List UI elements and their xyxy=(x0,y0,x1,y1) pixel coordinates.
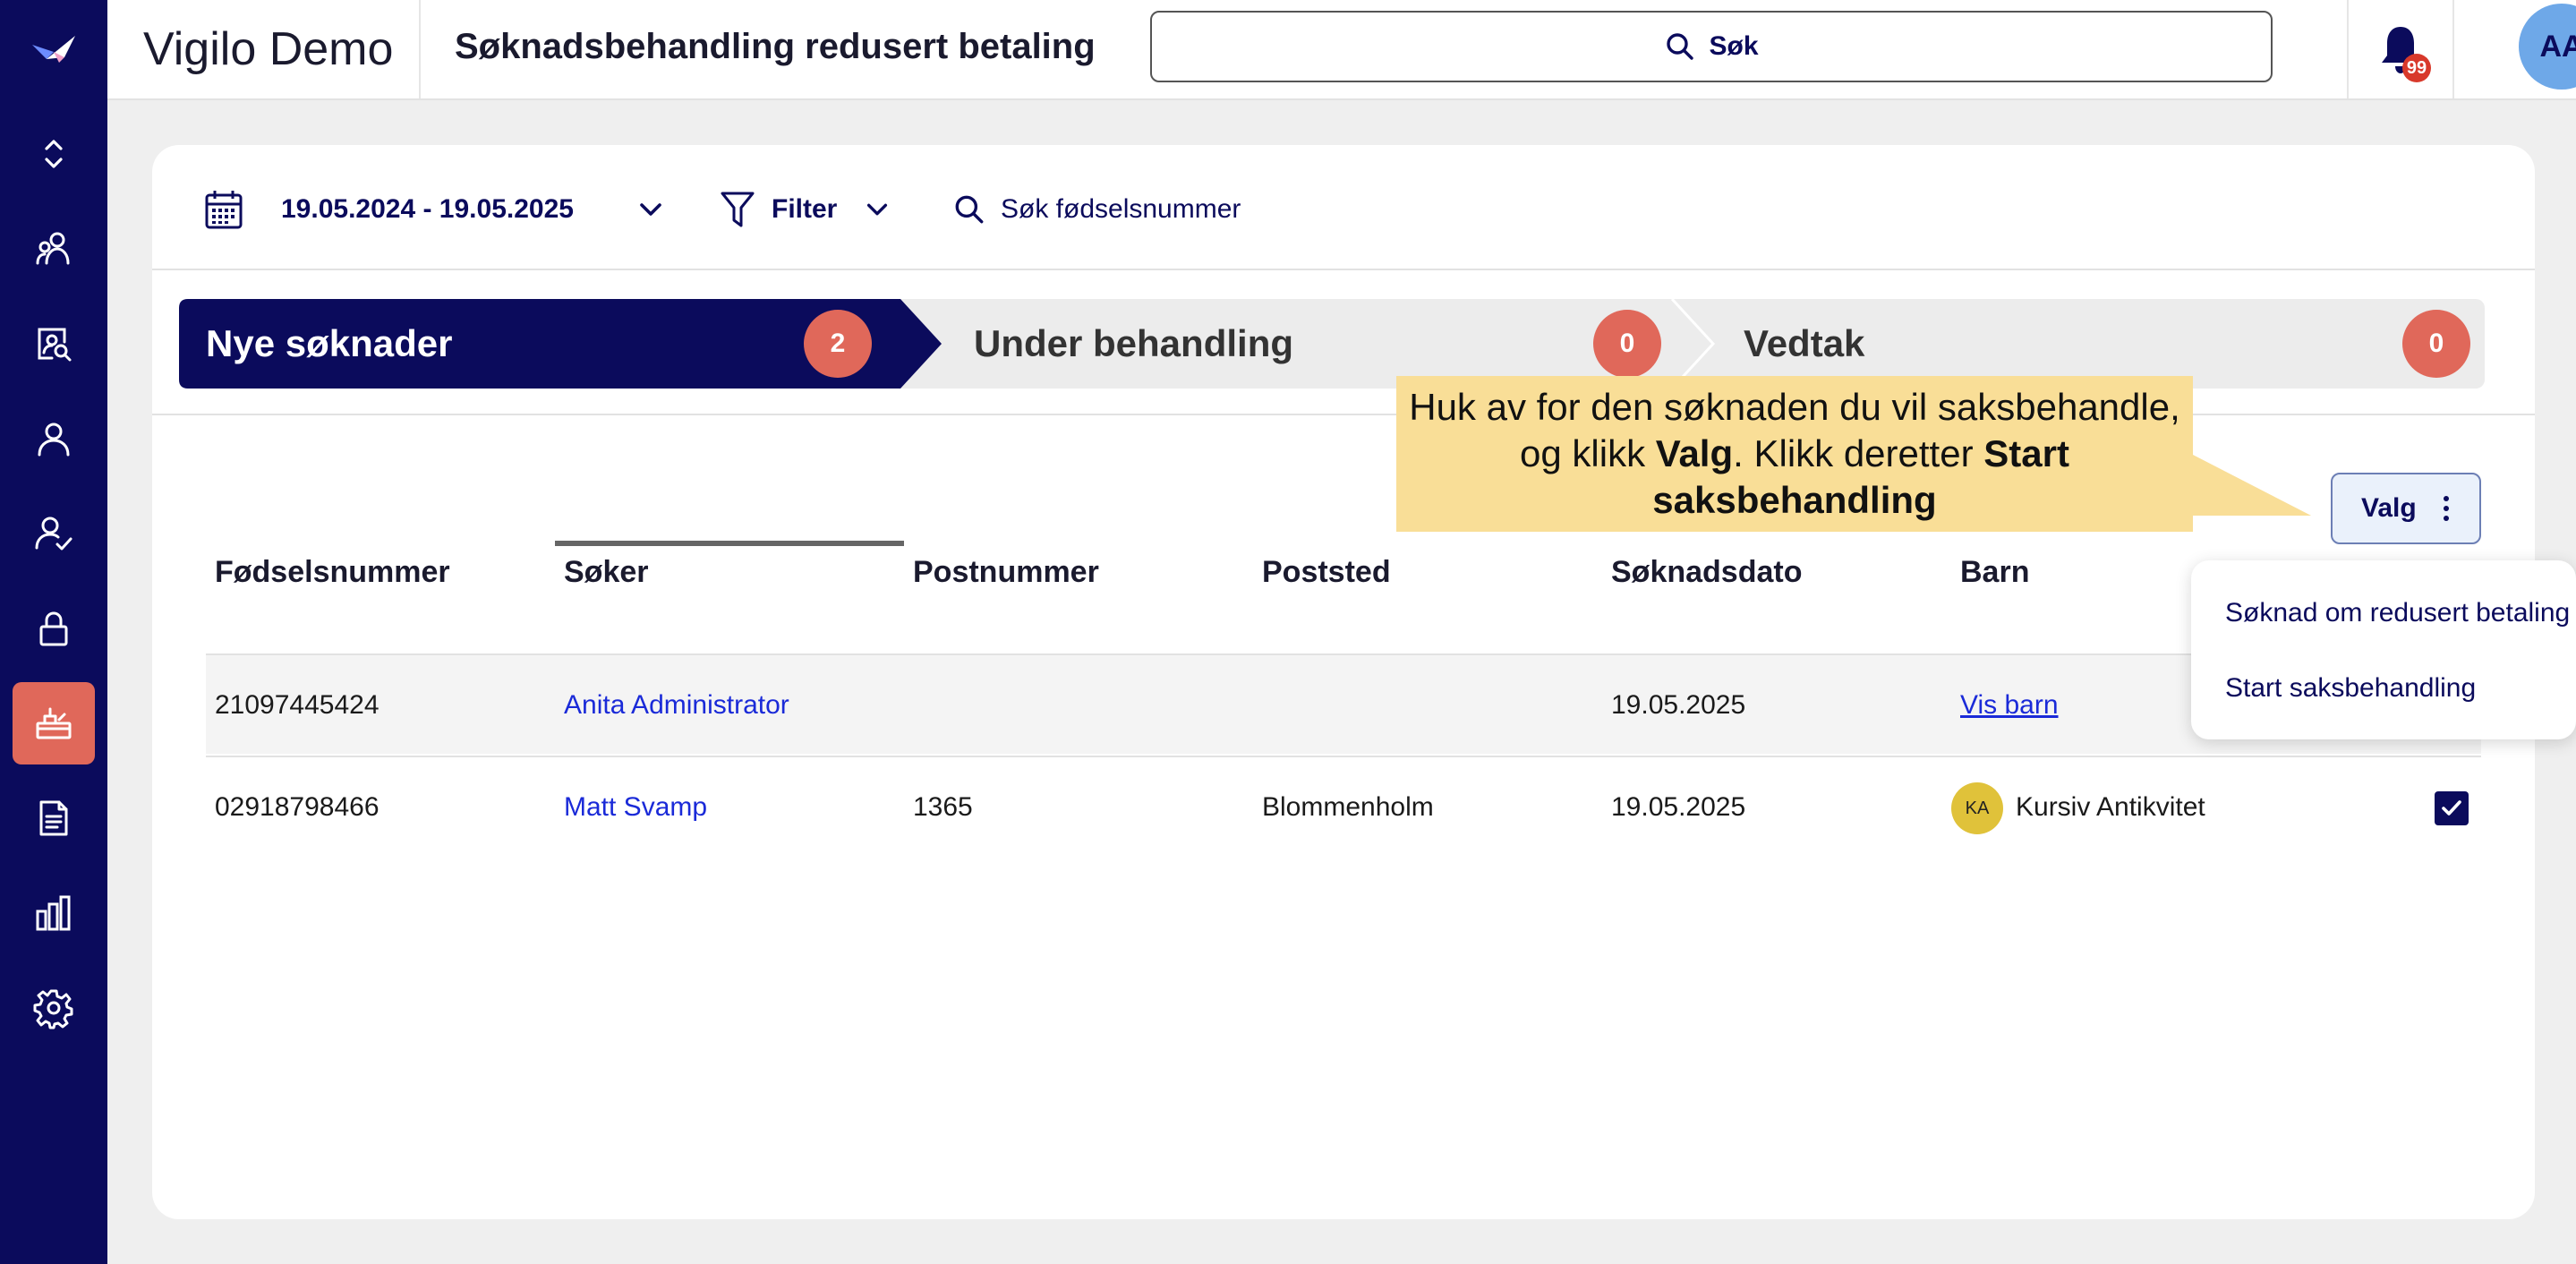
column-header-postcode[interactable]: Postnummer xyxy=(913,555,1099,590)
user-avatar[interactable]: AA xyxy=(2519,4,2576,90)
child-avatar: KA xyxy=(1951,782,2003,834)
lock-icon[interactable] xyxy=(13,587,95,670)
instruction-callout: Huk av for den søknaden du vil saksbehan… xyxy=(1396,376,2193,532)
column-header-child[interactable]: Barn xyxy=(1960,555,2029,590)
valg-button[interactable]: Valg xyxy=(2331,473,2481,544)
divider xyxy=(2347,0,2349,98)
app-title: Vigilo Demo xyxy=(143,23,394,75)
column-header-city[interactable]: Poststed xyxy=(1262,555,1391,590)
document-icon[interactable] xyxy=(13,777,95,859)
search-person-icon[interactable] xyxy=(13,303,95,385)
postcode-cell: 1365 xyxy=(913,792,973,822)
filter-dropdown[interactable]: Filter xyxy=(720,184,891,235)
valg-label: Valg xyxy=(2361,493,2417,523)
users-icon[interactable] xyxy=(13,208,95,290)
notification-count-badge: 99 xyxy=(2402,54,2431,82)
applicant-link[interactable]: Matt Svamp xyxy=(564,757,707,858)
ssn-search-label: Søk fødselsnummer xyxy=(1001,194,1241,224)
step-under-behandling[interactable]: Under behandling 0 xyxy=(942,299,1672,389)
step-label: Nye søknader xyxy=(206,322,453,364)
callout-text-part: . Klikk deretter xyxy=(1733,432,1984,474)
menu-item-start-saksbehandling[interactable]: Start saksbehandling xyxy=(2225,673,2476,704)
callout-bold-text: Valg xyxy=(1655,432,1734,474)
applicant-link[interactable]: Anita Administrator xyxy=(564,655,789,756)
ssn-cell: 21097445424 xyxy=(215,690,380,720)
date-range-value: 19.05.2024 - 19.05.2025 xyxy=(281,194,574,224)
ssn-search-button[interactable]: Søk fødselsnummer xyxy=(952,184,1241,235)
chevron-down-icon[interactable] xyxy=(636,195,665,224)
divider xyxy=(419,0,421,98)
calendar-icon xyxy=(205,191,243,229)
filter-icon xyxy=(721,192,755,227)
topbar: Vigilo Demo Søknadsbehandling redusert b… xyxy=(107,0,2576,100)
column-header-applicant[interactable]: Søker xyxy=(564,555,649,590)
column-header-date[interactable]: Søknadsdato xyxy=(1611,555,1802,590)
checkmark-icon xyxy=(2442,800,2461,816)
step-count-badge: 2 xyxy=(804,310,872,378)
step-label: Under behandling xyxy=(974,322,1293,364)
global-search-button[interactable]: Søk xyxy=(1150,11,2273,82)
person-icon[interactable] xyxy=(13,397,95,480)
date-cell: 19.05.2025 xyxy=(1611,690,1746,720)
table-row[interactable]: 21097445424 Anita Administrator 19.05.20… xyxy=(206,653,2481,754)
main-card: 19.05.2024 - 19.05.2025 Filter Søk fødse… xyxy=(152,145,2535,1219)
sidebar xyxy=(0,0,107,1264)
bar-chart-icon[interactable] xyxy=(13,872,95,954)
vigilo-logo-icon[interactable] xyxy=(29,30,79,66)
filter-label: Filter xyxy=(772,194,838,224)
expand-collapse-icon[interactable] xyxy=(13,113,95,195)
child-name: Kursiv Antikvitet xyxy=(2016,792,2205,822)
ssn-cell: 02918798466 xyxy=(215,792,380,822)
payment-box-icon[interactable] xyxy=(13,682,95,764)
status-stepper: Nye søknader 2 Under behandling 0 Vedtak… xyxy=(179,299,2485,389)
search-icon xyxy=(955,195,984,224)
date-cell: 19.05.2025 xyxy=(1611,792,1746,822)
show-children-link[interactable]: Vis barn xyxy=(1960,655,2059,756)
city-cell: Blommenholm xyxy=(1262,792,1434,822)
search-icon xyxy=(1667,33,1694,60)
page-title: Søknadsbehandling redusert betaling xyxy=(455,27,1096,66)
valg-menu: Søknad om redusert betaling Start saksbe… xyxy=(2191,560,2576,739)
more-vertical-icon xyxy=(2444,496,2449,521)
chevron-down-icon xyxy=(867,203,888,216)
step-count-badge: 0 xyxy=(2402,310,2470,378)
step-label: Vedtak xyxy=(1744,322,1865,364)
callout-pointer xyxy=(2193,455,2312,516)
search-label: Søk xyxy=(1709,31,1759,61)
person-check-icon[interactable] xyxy=(13,492,95,575)
toolbar: 19.05.2024 - 19.05.2025 Filter Søk fødse… xyxy=(152,145,2535,270)
divider xyxy=(2452,0,2454,98)
row-select-checkbox[interactable] xyxy=(2435,791,2469,825)
column-header-ssn[interactable]: Fødselsnummer xyxy=(215,555,450,590)
menu-item-redusert-betaling[interactable]: Søknad om redusert betaling xyxy=(2225,598,2570,628)
step-vedtak[interactable]: Vedtak 0 xyxy=(1713,299,2485,389)
callout-text: Huk av for den søknaden du vil saksbehan… xyxy=(1405,384,2184,524)
sort-indicator xyxy=(555,541,904,546)
step-count-badge: 0 xyxy=(1593,310,1661,378)
gear-icon[interactable] xyxy=(13,967,95,1049)
table-row[interactable]: 02918798466 Matt Svamp 1365 Blommenholm … xyxy=(206,756,2481,856)
step-nye-soknader[interactable]: Nye søknader 2 xyxy=(179,299,942,389)
date-range-picker[interactable]: 19.05.2024 - 19.05.2025 xyxy=(204,184,665,235)
